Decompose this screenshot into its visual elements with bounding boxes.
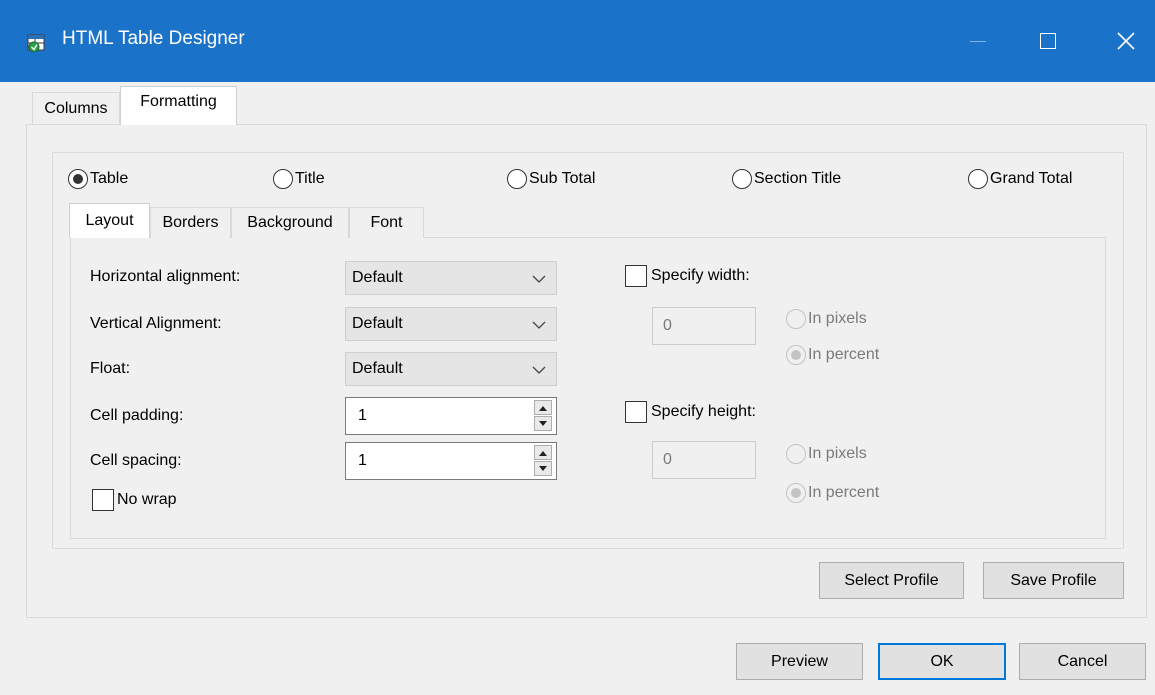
width-in-percent-radio[interactable]: In percent [786, 345, 879, 365]
height-in-pixels-label: In pixels [808, 445, 867, 462]
tab-layout[interactable]: Layout [69, 203, 150, 238]
tab-borders[interactable]: Borders [150, 207, 231, 238]
cell-spacing-stepper[interactable]: 1 [345, 442, 557, 480]
float-label: Float: [90, 360, 131, 377]
radio-table-indicator[interactable] [68, 169, 88, 189]
width-in-pixels-radio[interactable]: In pixels [786, 309, 867, 329]
height-input[interactable]: 0 [652, 441, 756, 479]
preview-button[interactable]: Preview [736, 643, 863, 680]
cell-padding-increment-button[interactable] [534, 400, 552, 415]
radio-sub-total[interactable]: Sub Total [507, 169, 595, 189]
width-in-pixels-indicator[interactable] [786, 309, 806, 329]
tab-background[interactable]: Background [231, 207, 349, 238]
float-select[interactable]: Default [345, 352, 557, 386]
height-in-percent-radio[interactable]: In percent [786, 483, 879, 503]
radio-title[interactable]: Title [273, 169, 325, 189]
radio-table-label: Table [90, 170, 129, 187]
radio-section-title[interactable]: Section Title [732, 169, 841, 189]
vertical-alignment-select[interactable]: Default [345, 307, 557, 341]
radio-section-title-label: Section Title [754, 170, 842, 187]
no-wrap-checkbox[interactable] [92, 489, 114, 511]
width-in-percent-indicator[interactable] [786, 345, 806, 365]
tab-font-label: Font [370, 214, 403, 231]
cancel-button[interactable]: Cancel [1019, 643, 1146, 680]
arrow-up-icon [539, 451, 547, 456]
tab-formatting[interactable]: Formatting [120, 86, 237, 125]
cell-spacing-decrement-button[interactable] [534, 461, 552, 476]
tab-background-label: Background [247, 214, 333, 231]
tab-layout-label: Layout [85, 212, 134, 229]
arrow-down-icon [539, 466, 547, 471]
radio-grand-total-label: Grand Total [990, 170, 1073, 187]
close-button[interactable] [1104, 24, 1148, 58]
close-icon [1117, 32, 1135, 50]
specify-width-checkbox[interactable] [625, 265, 647, 287]
arrow-up-icon [539, 406, 547, 411]
height-in-percent-label: In percent [808, 484, 880, 501]
ok-button[interactable]: OK [878, 643, 1006, 680]
vertical-alignment-value: Default [352, 315, 403, 332]
title-bar[interactable]: HTML Table Designer [0, 0, 1155, 82]
width-in-percent-label: In percent [808, 346, 880, 363]
cell-spacing-label: Cell spacing: [90, 452, 182, 469]
radio-sub-total-label: Sub Total [529, 170, 596, 187]
width-value: 0 [663, 317, 672, 334]
radio-sub-total-indicator[interactable] [507, 169, 527, 189]
height-in-pixels-radio[interactable]: In pixels [786, 444, 867, 464]
radio-grand-total[interactable]: Grand Total [968, 169, 1072, 189]
tab-font[interactable]: Font [349, 207, 424, 238]
cell-padding-stepper[interactable]: 1 [345, 397, 557, 435]
cell-padding-label: Cell padding: [90, 407, 184, 424]
float-value: Default [352, 360, 403, 377]
height-value: 0 [663, 451, 672, 468]
cell-spacing-spin-buttons [534, 445, 552, 477]
select-profile-button[interactable]: Select Profile [819, 562, 964, 599]
specify-width-label: Specify width: [651, 267, 750, 284]
specify-height-label: Specify height: [651, 403, 756, 420]
radio-title-label: Title [295, 170, 325, 187]
horizontal-alignment-value: Default [352, 269, 403, 286]
save-profile-button[interactable]: Save Profile [983, 562, 1124, 599]
width-in-pixels-label: In pixels [808, 310, 867, 327]
radio-table[interactable]: Table [68, 169, 128, 189]
chevron-down-icon [532, 321, 546, 329]
cell-padding-spin-buttons [534, 400, 552, 432]
tab-columns-label: Columns [44, 99, 108, 117]
vertical-alignment-label: Vertical Alignment: [90, 315, 222, 332]
tab-columns[interactable]: Columns [32, 92, 120, 124]
minimize-icon [970, 41, 986, 42]
height-in-pixels-indicator[interactable] [786, 444, 806, 464]
tab-formatting-label: Formatting [140, 93, 217, 110]
width-input[interactable]: 0 [652, 307, 756, 345]
cell-padding-value: 1 [358, 407, 367, 424]
radio-section-title-indicator[interactable] [732, 169, 752, 189]
tab-borders-label: Borders [162, 214, 219, 231]
cell-spacing-increment-button[interactable] [534, 445, 552, 460]
cell-spacing-value: 1 [358, 452, 367, 469]
minimize-button[interactable] [958, 24, 1002, 58]
radio-grand-total-indicator[interactable] [968, 169, 988, 189]
maximize-icon [1040, 33, 1056, 49]
radio-title-indicator[interactable] [273, 169, 293, 189]
window-title: HTML Table Designer [62, 28, 245, 49]
arrow-down-icon [539, 421, 547, 426]
cell-padding-decrement-button[interactable] [534, 416, 552, 431]
horizontal-alignment-select[interactable]: Default [345, 261, 557, 295]
height-in-percent-indicator[interactable] [786, 483, 806, 503]
chevron-down-icon [532, 275, 546, 283]
specify-height-checkbox[interactable] [625, 401, 647, 423]
horizontal-alignment-label: Horizontal alignment: [90, 268, 241, 285]
chevron-down-icon [532, 366, 546, 374]
no-wrap-label: No wrap [117, 491, 177, 508]
app-icon [26, 32, 48, 53]
maximize-button[interactable] [1026, 24, 1070, 58]
